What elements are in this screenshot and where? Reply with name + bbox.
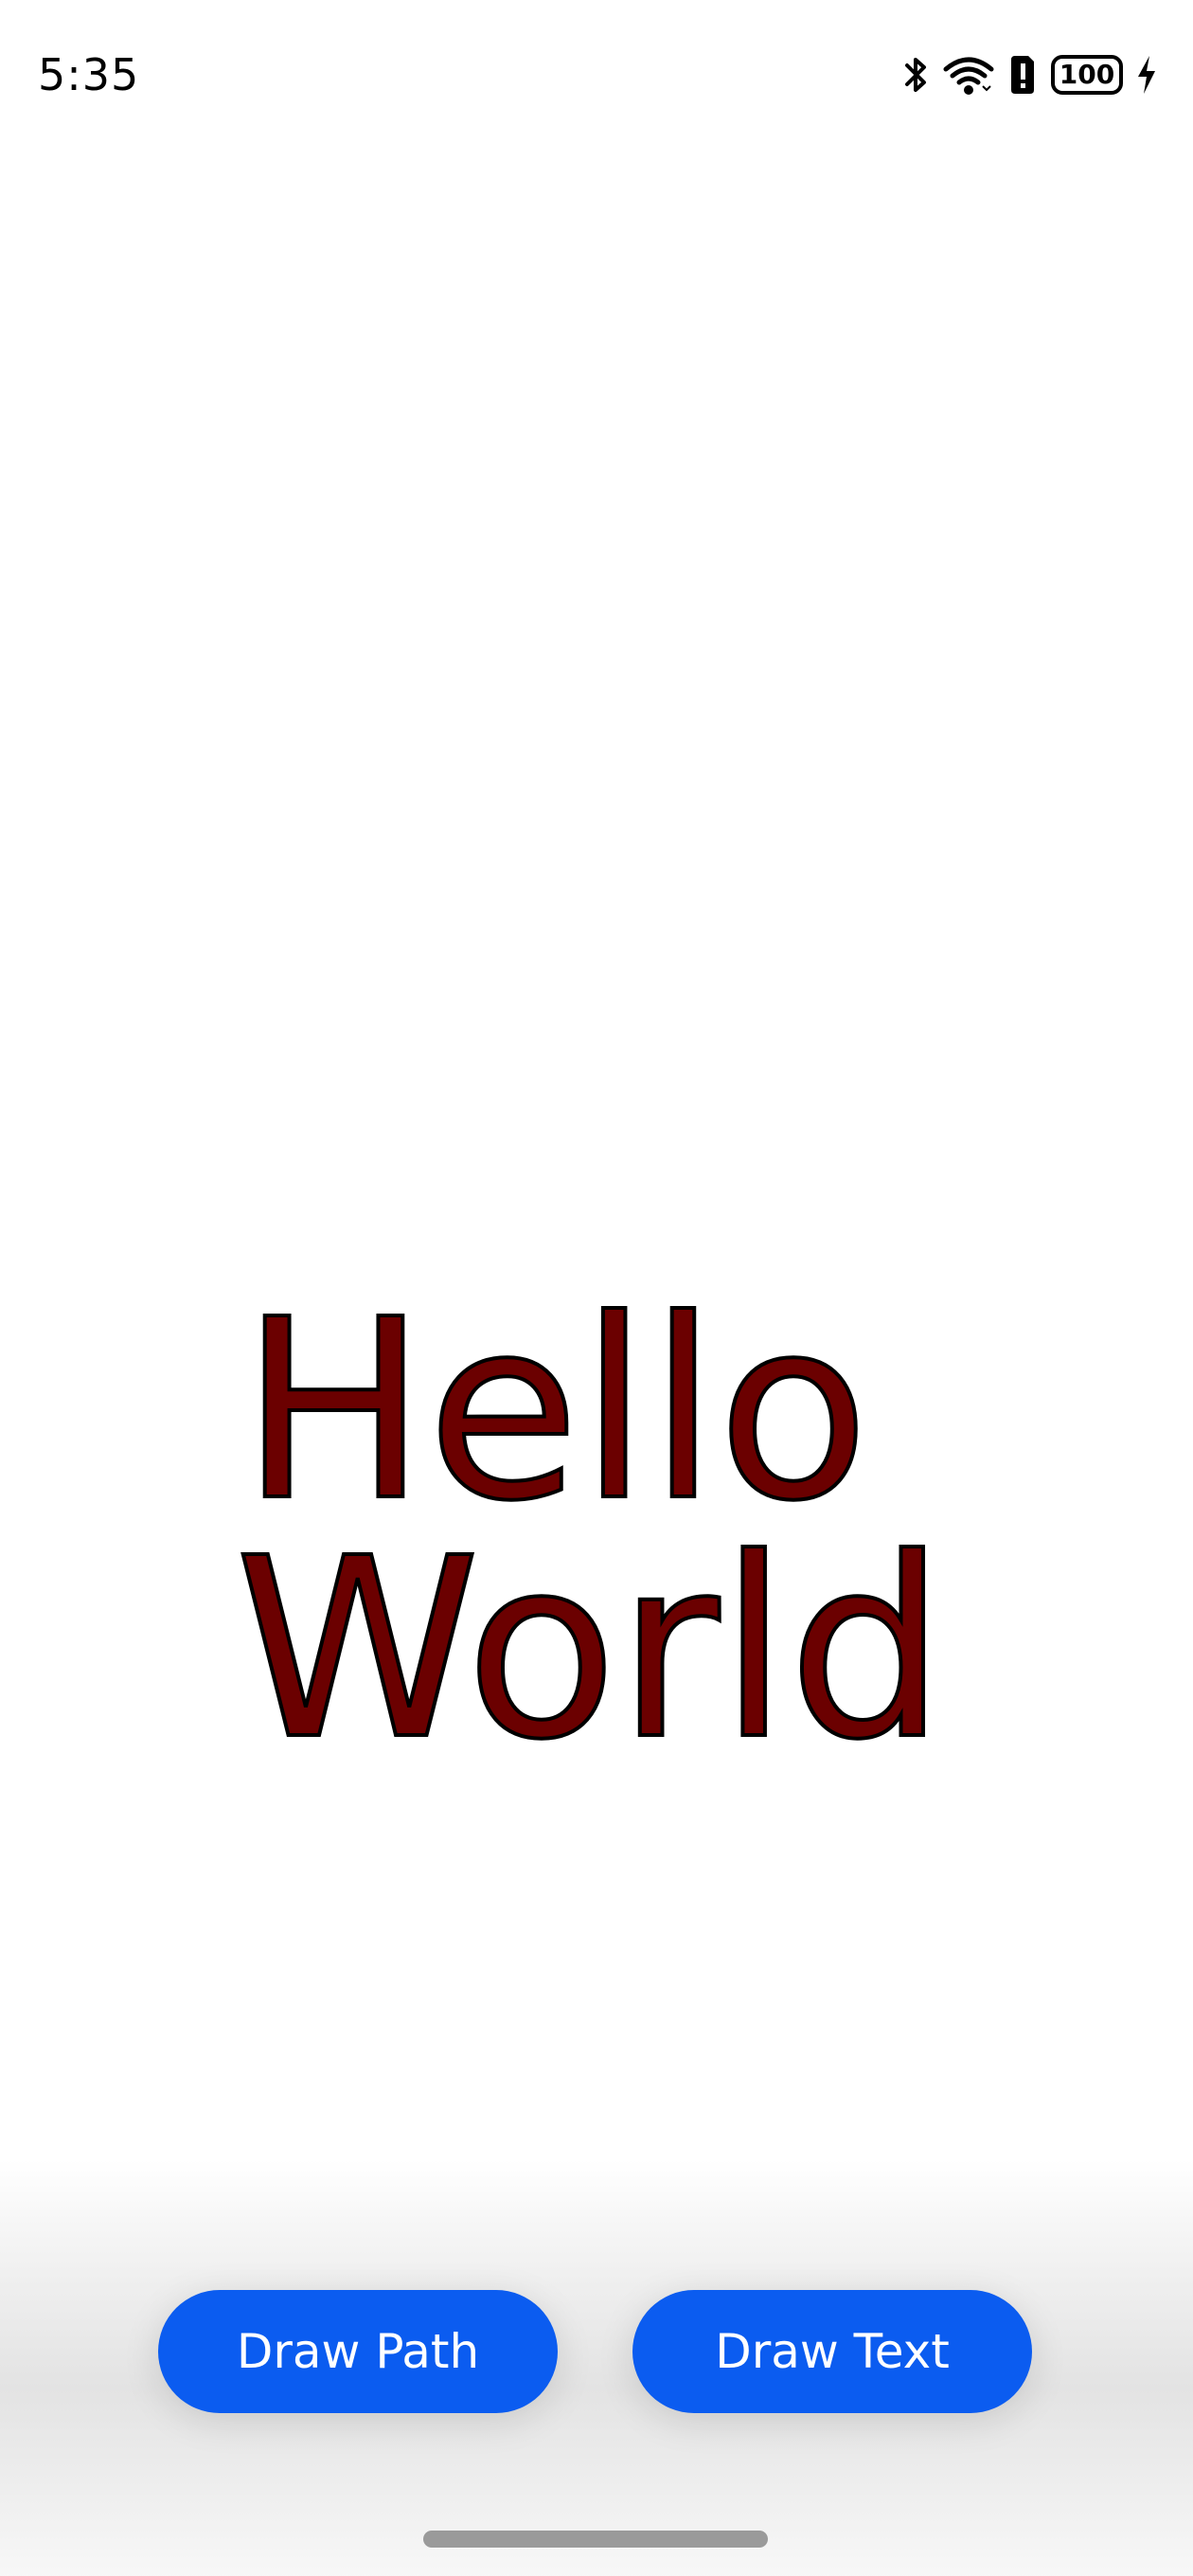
status-icons: 100 bbox=[903, 51, 1157, 98]
drawing-canvas: Hello World bbox=[0, 152, 1193, 2197]
home-indicator[interactable] bbox=[423, 2531, 768, 2548]
bluetooth-icon bbox=[903, 54, 930, 96]
app-screen: 5:35 100 Hello World Draw Path Draw Text bbox=[0, 0, 1193, 2576]
canvas-text-line-2: World bbox=[235, 1505, 946, 1794]
battery-icon: 100 bbox=[1051, 55, 1123, 95]
canvas-text-drawing: Hello World bbox=[233, 1264, 948, 1796]
charging-icon bbox=[1136, 54, 1157, 96]
status-bar: 5:35 100 bbox=[0, 0, 1193, 152]
status-time: 5:35 bbox=[38, 49, 140, 100]
wifi-icon bbox=[943, 54, 994, 96]
sim-alert-icon bbox=[1007, 54, 1038, 96]
draw-path-button[interactable]: Draw Path bbox=[158, 2290, 558, 2413]
draw-text-button[interactable]: Draw Text bbox=[632, 2290, 1032, 2413]
battery-level: 100 bbox=[1059, 59, 1115, 90]
